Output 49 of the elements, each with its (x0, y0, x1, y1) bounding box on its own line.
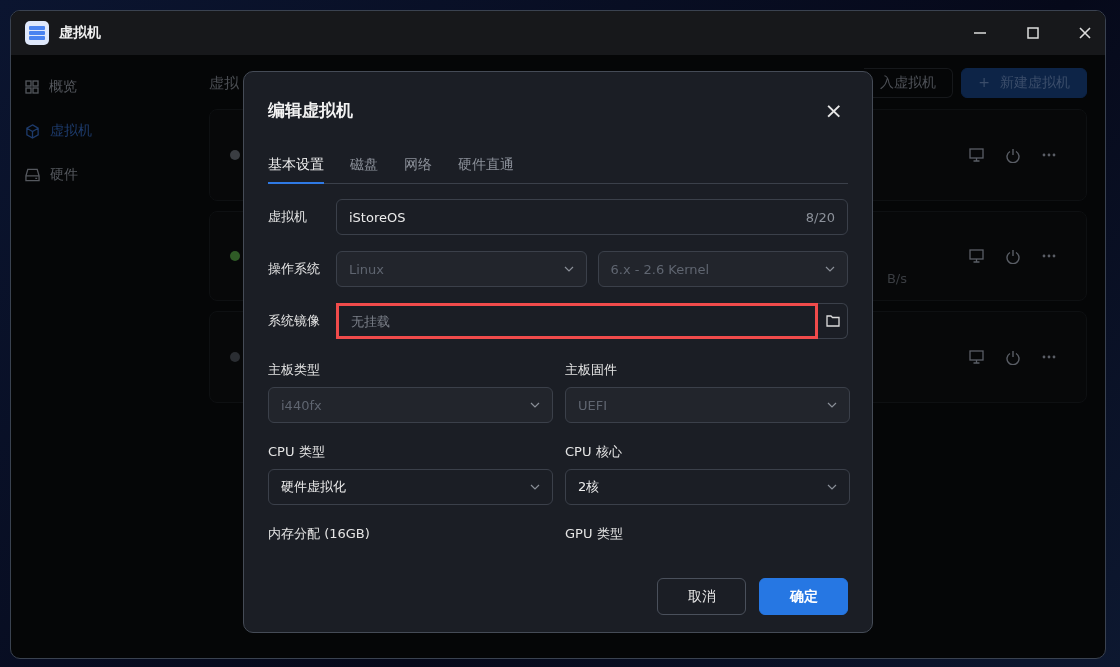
field-label: 系统镜像 (268, 312, 321, 330)
chevron-icon (530, 484, 540, 490)
tab[interactable]: 网络 (404, 152, 432, 184)
chevron-icon (827, 402, 837, 408)
more-icon[interactable] (1042, 254, 1056, 258)
dialog-button[interactable]: 确定 (759, 578, 848, 615)
power-icon[interactable] (1006, 147, 1020, 163)
field-label: GPU 类型 (565, 525, 624, 543)
sidebar-item[interactable]: 硬件 (11, 153, 196, 197)
power-icon[interactable] (1006, 349, 1020, 365)
field-label: CPU 核心 (565, 443, 623, 461)
maximize-icon[interactable] (1027, 27, 1039, 39)
grid-icon (25, 80, 39, 94)
more-icon[interactable] (1042, 355, 1056, 359)
select-field[interactable]: 硬件虚拟化 (268, 469, 553, 505)
dialog-button[interactable]: 取消 (657, 578, 746, 615)
more-icon[interactable] (1042, 153, 1056, 157)
sidebar-item[interactable]: 概览 (11, 65, 196, 109)
monitor-icon[interactable] (969, 148, 984, 162)
image-field[interactable]: 无挂载 (336, 303, 818, 339)
tab[interactable]: 基本设置 (268, 152, 324, 184)
name-field[interactable]: iStoreOS 8/20 (336, 199, 848, 235)
monitor-icon[interactable] (969, 249, 984, 263)
dialog-title: 编辑虚拟机 (268, 98, 353, 122)
folder-icon (825, 315, 840, 327)
field-label: CPU 类型 (268, 443, 326, 461)
cube-icon (25, 123, 40, 139)
field-label: 操作系统 (268, 260, 321, 278)
speed-reading: B/s (886, 270, 907, 286)
monitor-icon[interactable] (969, 350, 984, 364)
tab[interactable]: 硬件直通 (458, 152, 514, 184)
power-icon[interactable] (1006, 248, 1020, 264)
page-heading: 虚拟 (209, 73, 239, 93)
field-label: 内存分配 (16GB) (268, 525, 371, 543)
chevron-icon (563, 266, 574, 272)
chevron-icon (827, 484, 837, 490)
field-label: 主板固件 (565, 361, 618, 379)
field-label: 虚拟机 (268, 208, 308, 226)
browse-button[interactable] (818, 303, 848, 339)
chevron-icon (530, 402, 540, 408)
close-icon[interactable] (1079, 27, 1091, 39)
close-button[interactable]: × (819, 97, 848, 123)
field-label: 主板类型 (268, 361, 321, 379)
tab[interactable]: 磁盘 (350, 152, 378, 184)
server-icon (25, 21, 49, 45)
window-title: 虚拟机 (59, 24, 101, 42)
select-field[interactable]: 2核 (565, 469, 850, 505)
chevron-icon (825, 266, 835, 272)
drive-icon (25, 168, 40, 182)
